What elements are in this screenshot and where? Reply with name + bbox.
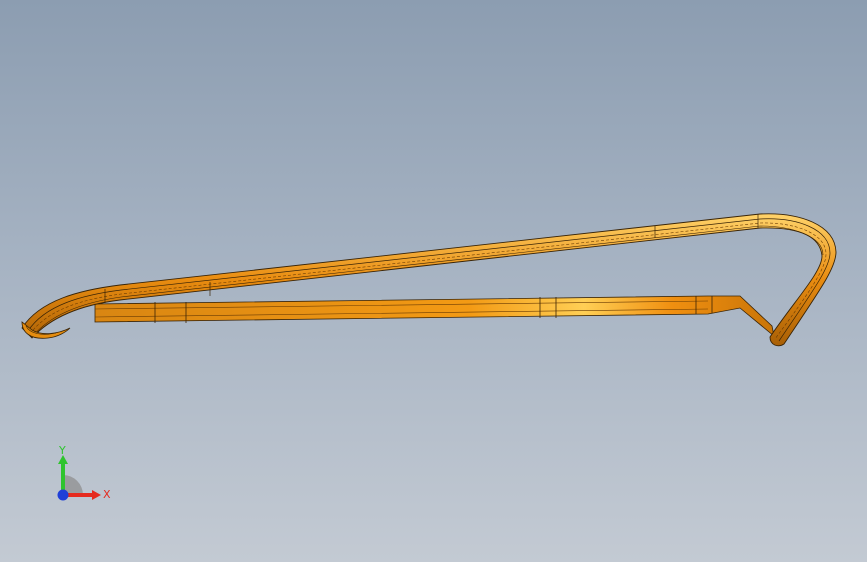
graphics-viewport[interactable]: Y X: [0, 0, 867, 562]
z-axis-dot: [57, 489, 69, 501]
coordinate-triad-icon: Y X: [57, 444, 111, 501]
x-axis-label: X: [103, 488, 111, 501]
lower-bar[interactable]: [94, 295, 775, 338]
y-axis-label: Y: [58, 444, 66, 457]
part-model[interactable]: [0, 0, 867, 562]
upper-frame[interactable]: [21, 213, 837, 347]
